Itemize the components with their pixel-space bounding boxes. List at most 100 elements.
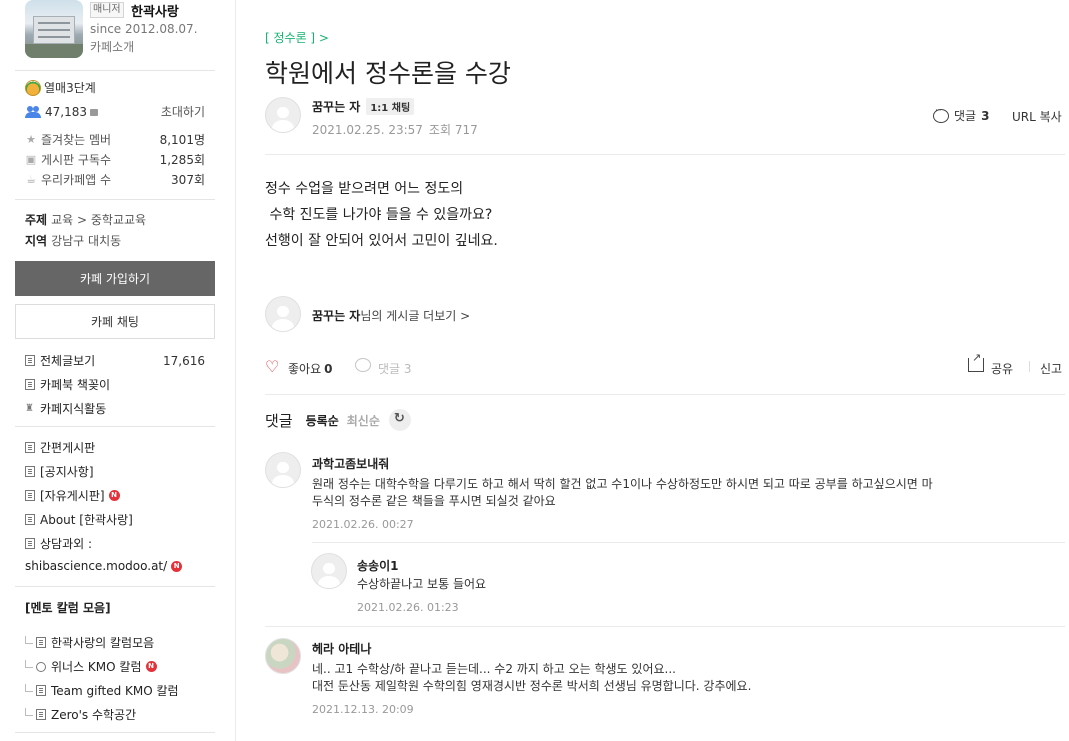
stat-label: 즐겨찾는 멤버 [41,133,112,147]
divider [15,586,215,587]
author-name[interactable]: 꿈꾸는 자 [312,98,360,115]
post-total-count: 17,616 [163,353,205,368]
post-title: 학원에서 정수론을 수강 [265,59,511,88]
board-icon [36,685,46,696]
stat-label: 우리카페앱 수 [41,173,112,187]
menu-all-posts[interactable]: 전체글보기 17,616 [25,352,205,369]
star-icon: ★ [26,133,36,146]
divider [265,626,1065,627]
pin-icon [36,661,46,672]
join-cafe-button[interactable]: 카페 가입하기 [15,261,215,296]
menu-cafe-bookshelf[interactable]: 카페북 책꽂이 [25,376,205,393]
cafe-name[interactable]: 한곽사랑 [131,1,179,20]
menu-board-simple[interactable]: 간편게시판 [25,439,205,456]
comment-section-title: 댓글 [265,411,293,430]
menu-label: 한곽사랑의 칼럼모음 [51,636,155,650]
author-avatar[interactable] [265,97,301,133]
heart-icon[interactable]: ♡ [265,359,279,375]
divider [15,199,215,200]
board-icon [36,637,46,648]
comment-text: 수상하끝나고 보통 들어요 [357,576,486,593]
grade-label: 열매3단계 [44,81,96,95]
share-button[interactable]: 공유 [991,360,1013,377]
comment-count-link[interactable]: 댓글 3 [933,106,990,124]
stat-value: 307회 [171,173,205,187]
comment-toggle[interactable]: 댓글 3 [378,360,412,377]
menu-mentor-column-4[interactable]: Zero's 수학공간 [25,706,205,723]
member-row: 47,183 초대하기 [25,103,205,120]
board-icon [25,442,35,453]
menu-label: 간편게시판 [40,441,96,455]
stat-favorite-members: ★ 즐겨찾는 멤버 8,101명 [25,131,205,148]
comment-text: 네.. 고1 수학상/하 끝나고 듣는데... 수2 까지 하고 오는 학생도 … [312,661,751,695]
menu-mentor-column-3[interactable]: Team gifted KMO 칼럼 [25,682,205,699]
menu-label: 상담과외 : [40,537,93,551]
divider [15,426,215,427]
like-count: 0 [324,362,333,376]
cafe-intro-link[interactable]: 카페소개 [90,38,134,55]
lock-icon [90,109,98,116]
invite-link[interactable]: 초대하기 [161,103,205,120]
post-views: 조회 717 [428,123,478,137]
stat-value: 1,285회 [159,153,205,167]
sort-latest-tab[interactable]: 최신순 [347,412,380,429]
menu-label: [자유게시판] [40,489,105,503]
like-button[interactable]: 좋아요 0 [288,360,332,377]
menu-label: 위너스 KMO 칼럼 [51,660,142,674]
comment-bubble-icon [355,358,371,372]
tree-branch [25,707,33,716]
new-badge-icon: N [145,661,157,672]
divider [15,70,215,71]
fruit-grade-icon [25,79,41,96]
commenter-avatar[interactable] [265,638,301,674]
report-button[interactable]: 신고 [1040,360,1062,377]
commenter-avatar[interactable] [265,452,301,488]
post-body-line: 수학 진도를 나가야 들을 수 있을까요? [265,207,493,223]
share-icon[interactable] [968,351,984,372]
commenter-avatar[interactable] [311,553,347,589]
comment-count: 3 [981,108,990,123]
cafe-thumbnail[interactable] [25,0,83,58]
menu-board-tutoring[interactable]: 상담과외 : [25,535,205,552]
cafe-sidebar: 매니저 한곽사랑 since 2012.08.07. 카페소개 열매3단계 47… [0,0,236,741]
commenter-name[interactable]: 헤라 아테나 [312,640,371,657]
commenter-name[interactable]: 과학고좀보내줘 [312,455,389,472]
menu-board-about[interactable]: About [한곽사랑] [25,511,205,528]
board-link[interactable]: [ 정수론 ] > [265,29,329,46]
more-posts-by-author-link[interactable]: 꿈꾸는 자님의 게시글 더보기 > [312,307,470,324]
board-icon [25,355,35,366]
menu-board-notice[interactable]: [공지사항] [25,463,205,480]
comment-date: 2021.02.26. 00:27 [312,518,414,531]
comment-header: 댓글 등록순 최신순 [265,409,411,431]
menu-mentor-column-1[interactable]: 한곽사랑의 칼럼모음 [25,634,205,651]
topic-value: 교육 > 중학교교육 [51,213,147,227]
menu-label: 전체글보기 [40,354,96,368]
comment-line: 원래 정수는 대학수학을 다루기도 하고 해서 딱히 할건 없고 수1이나 수상… [312,477,933,491]
article-area: [ 정수론 ] > 학원에서 정수론을 수강 꿈꾸는 자 1:1 채팅 2021… [265,0,1065,741]
board-icon [25,466,35,477]
cafe-chat-button[interactable]: 카페 채팅 [15,304,215,339]
menu-mentor-column-2[interactable]: 위너스 KMO 칼럼 N [25,658,205,675]
sort-register-tab[interactable]: 등록순 [306,412,339,429]
rss-icon: ▣ [25,153,37,166]
new-badge-icon: N [171,560,183,572]
author-avatar-small[interactable] [265,296,301,332]
commenter-name[interactable]: 송송이1 [357,557,398,574]
menu-label: About [한곽사랑] [40,513,133,527]
region-value: 강남구 대치동 [51,234,122,248]
divider [312,542,1065,543]
menu-board-tutoring-url[interactable]: shibascience.modoo.at/ N [25,559,205,573]
url-copy-button[interactable]: URL 복사 [1012,108,1062,125]
board-icon [25,490,35,501]
one-to-one-chat-button[interactable]: 1:1 채팅 [366,98,415,115]
divider [15,732,215,733]
member-count[interactable]: 47,183 [45,105,87,119]
cafe-topic: 주제 교육 > 중학교교육 [25,211,146,228]
cafe-grade[interactable]: 열매3단계 [25,79,96,96]
menu-cafe-knowledge[interactable]: ♜ 카페지식활동 [25,400,205,417]
people-icon [25,105,41,118]
stat-value: 8,101명 [159,133,205,147]
refresh-icon[interactable] [388,409,411,431]
menu-board-free[interactable]: [자유게시판] N [25,487,205,504]
comment-label: 댓글 [954,109,977,123]
